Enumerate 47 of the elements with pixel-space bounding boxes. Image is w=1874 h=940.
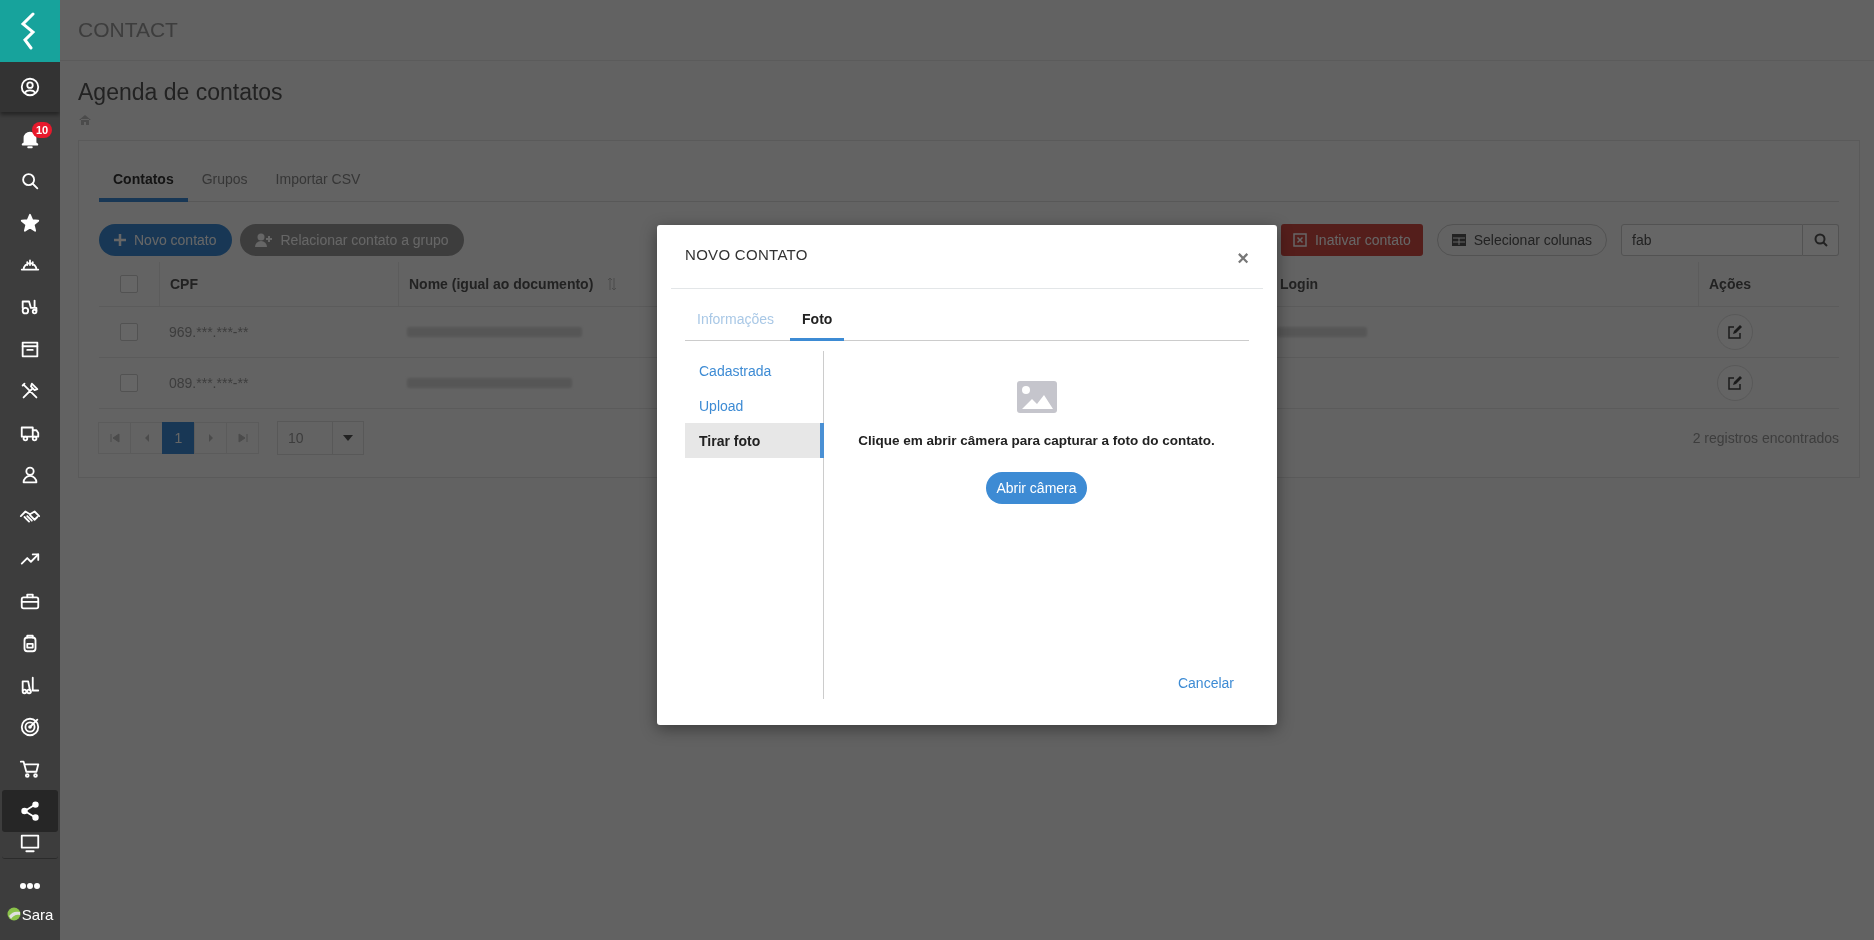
photo-source-item[interactable]: Tirar foto [685, 423, 824, 458]
search-button[interactable] [1803, 224, 1839, 256]
inactivate-button[interactable]: Inativar contato [1280, 224, 1423, 256]
share-icon [19, 800, 41, 822]
select-columns-button[interactable]: Selecionar colunas [1436, 224, 1607, 256]
sidebar-item[interactable]: 10 [2, 118, 58, 160]
image-placeholder-icon [1016, 381, 1057, 413]
modal-title: NOVO CONTATO [685, 246, 809, 263]
tab[interactable]: Informações [685, 301, 787, 341]
search-icon [19, 170, 41, 192]
edit-icon [1728, 325, 1742, 339]
table-icon [1451, 234, 1466, 246]
page-button[interactable]: 1 [162, 422, 195, 454]
tab[interactable]: Foto [790, 301, 845, 341]
cart-icon [19, 758, 41, 780]
column-header[interactable]: Nome (igual ao documento) [409, 276, 594, 292]
next-icon [207, 433, 214, 443]
search-icon [1813, 233, 1828, 247]
last-page-icon [237, 433, 248, 443]
add-user-icon [254, 233, 273, 247]
page-title: Agenda de contatos [78, 79, 284, 106]
plus-icon [114, 234, 126, 246]
search-field[interactable]: fab [1621, 224, 1803, 256]
caret-icon [343, 435, 353, 441]
cancel-link[interactable]: Cancelar [1177, 675, 1234, 691]
user-account[interactable]: Sara [0, 896, 60, 932]
new-contact-button[interactable]: Novo contato [99, 224, 232, 256]
first-page-icon [109, 433, 120, 443]
photo-source-item[interactable]: Upload [685, 388, 823, 423]
forklift-icon [19, 674, 41, 696]
notification-badge: 10 [32, 122, 53, 138]
user-icon [19, 76, 41, 98]
column-header[interactable]: CPF [159, 262, 398, 306]
previous-icon [143, 433, 150, 443]
edit-icon [1728, 376, 1742, 390]
close-box-icon [1292, 233, 1307, 247]
photo-source-item[interactable]: Cadastrada [685, 353, 823, 388]
tab[interactable]: Contatos [99, 161, 188, 202]
instruction-text: Clique em abrir câmera para capturar a foto do contato. [858, 433, 1215, 448]
monitor-icon [19, 832, 41, 854]
open-camera-button[interactable]: Abrir câmera [986, 472, 1087, 504]
globe-icon [6, 907, 21, 921]
target-icon [19, 716, 41, 738]
star-icon [19, 212, 41, 234]
column-header[interactable]: Ações [1698, 262, 1839, 306]
close-button[interactable]: × [1237, 247, 1249, 270]
more-icon [19, 883, 41, 889]
